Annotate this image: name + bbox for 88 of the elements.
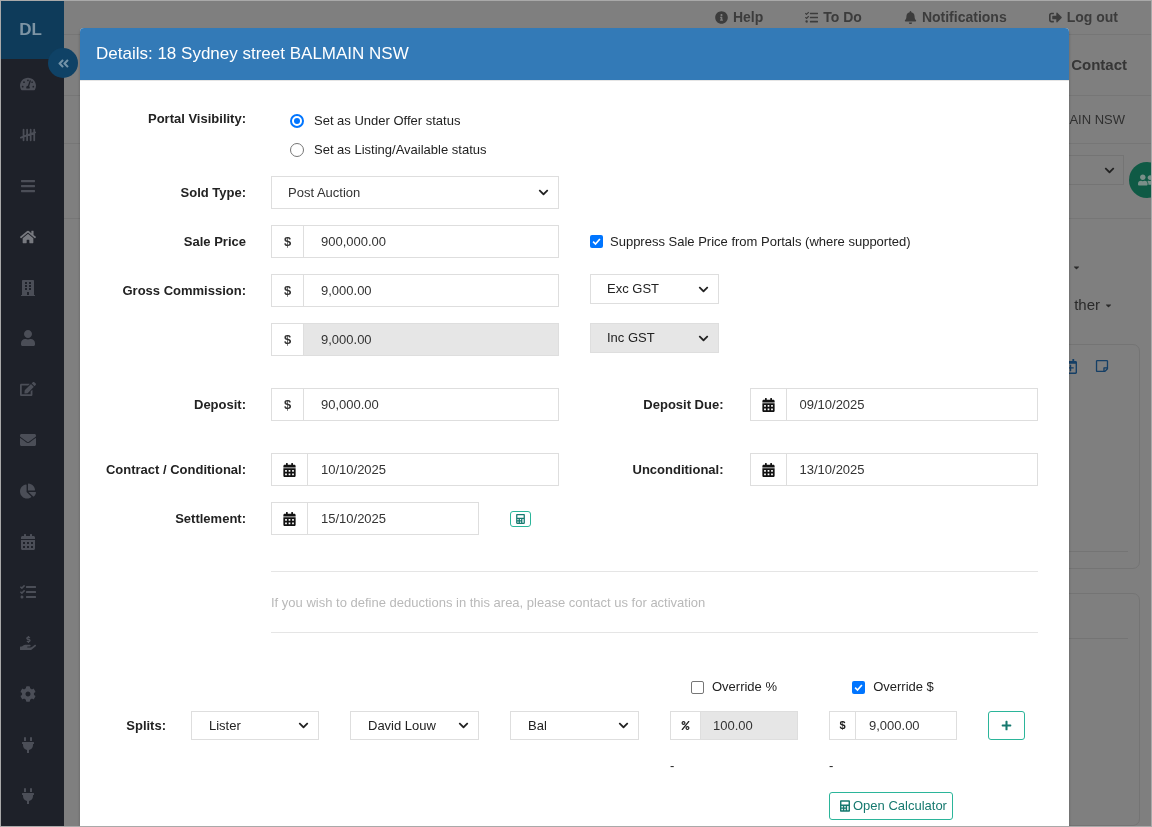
- currency-prefix: $: [829, 711, 856, 740]
- tally-icon[interactable]: [20, 127, 36, 144]
- money-hand-icon[interactable]: [20, 635, 36, 652]
- logo-text: DL: [19, 19, 43, 42]
- field-label: Settlement:: [175, 509, 246, 528]
- note-icon[interactable]: [1095, 358, 1109, 373]
- plus-icon: [1001, 720, 1012, 731]
- checklist-icon[interactable]: [20, 584, 36, 601]
- open-calculator-button[interactable]: Open Calculator: [829, 792, 953, 820]
- currency-prefix: $: [271, 388, 304, 421]
- caret-icon: [1072, 263, 1081, 272]
- calculator-icon: [840, 800, 850, 812]
- calendar-icon: [761, 462, 775, 477]
- field-label: Portal Visibility:: [148, 110, 246, 128]
- checkbox-label[interactable]: Override $: [873, 677, 934, 697]
- radio-label[interactable]: Set as Under Offer status: [314, 111, 461, 131]
- address-text: AIN NSW: [1069, 110, 1125, 129]
- sold-type-select[interactable]: Post Auction: [271, 176, 559, 209]
- field-label: Gross Commission:: [122, 281, 246, 300]
- field-label: Deposit Due:: [643, 395, 724, 414]
- agent-select[interactable]: David Louw: [350, 711, 479, 740]
- radio-button[interactable]: [290, 143, 304, 157]
- role-select[interactable]: Lister: [191, 711, 319, 740]
- menu-button[interactable]: ther: [1074, 294, 1113, 317]
- type-select[interactable]: Bal: [510, 711, 639, 740]
- calculator-icon: [516, 513, 525, 524]
- menu-icon[interactable]: [20, 178, 36, 194]
- field-label: Contract / Conditional:: [105, 460, 246, 479]
- chevron-down-icon: [458, 720, 469, 731]
- date-input[interactable]: 09/10/2025: [786, 388, 1038, 421]
- calculator-button[interactable]: [510, 510, 531, 527]
- checkbox-label[interactable]: Suppress Sale Price from Portals (where supported): [610, 231, 911, 252]
- date-input[interactable]: 13/10/2025: [786, 453, 1038, 486]
- plug-icon[interactable]: [20, 787, 36, 804]
- info-icon: [714, 11, 728, 24]
- radio-button[interactable]: [290, 114, 304, 128]
- calendar-button[interactable]: [749, 453, 787, 486]
- date-input[interactable]: 15/10/2025: [308, 502, 479, 535]
- radio-label[interactable]: Set as Listing/Available status: [314, 140, 487, 160]
- pie-chart-icon[interactable]: [20, 482, 36, 499]
- field-label: Sold Type:: [180, 183, 246, 202]
- plug-icon[interactable]: [20, 736, 36, 753]
- checkbox[interactable]: [852, 680, 866, 694]
- envelope-icon[interactable]: [20, 431, 36, 448]
- chevron-down-icon: [538, 187, 549, 198]
- modal-title: Details: 18 Sydney street BALMAIN NSW: [96, 43, 409, 66]
- field-label: Splits:: [126, 716, 166, 735]
- double-chevron-left-icon: [56, 56, 70, 70]
- field-label: Deposit:: [194, 395, 246, 414]
- calendar-icon: [761, 397, 775, 412]
- chevron-down-icon: [618, 720, 629, 731]
- building-icon[interactable]: [20, 279, 36, 296]
- collapse-button[interactable]: [48, 48, 78, 78]
- currency-prefix: $: [271, 274, 304, 307]
- field-label: Unconditional:: [632, 460, 724, 479]
- percent-icon: [681, 721, 690, 730]
- percent-note: -: [670, 758, 675, 774]
- checkbox[interactable]: [691, 680, 704, 694]
- people-icon: [1138, 173, 1151, 187]
- settings-icon[interactable]: [20, 685, 36, 702]
- deductions-note: If you wish to define deductions in this area, please contact us for activation: [271, 595, 707, 611]
- currency-prefix: $: [271, 323, 304, 356]
- amount-input[interactable]: 9,000.00: [856, 711, 957, 740]
- currency-prefix: $: [271, 225, 304, 258]
- calendar-button[interactable]: [271, 502, 308, 535]
- user-icon[interactable]: [20, 330, 36, 347]
- deposit-input[interactable]: 90,000.00: [304, 388, 559, 421]
- logout-icon: [1048, 11, 1062, 24]
- calendar-icon: [283, 511, 296, 526]
- calendar-icon[interactable]: [20, 533, 36, 550]
- amount-note: -: [829, 758, 834, 774]
- checklist-icon: [805, 11, 819, 24]
- gst-select[interactable]: Exc GST: [590, 274, 719, 304]
- checkbox-label[interactable]: Override %: [712, 677, 777, 697]
- calendar-button[interactable]: [749, 388, 787, 421]
- add-split-button[interactable]: [988, 711, 1025, 740]
- checkbox[interactable]: [590, 235, 603, 248]
- field-label: Sale Price: [183, 232, 246, 251]
- home-icon[interactable]: [20, 228, 36, 245]
- calendar-icon: [283, 462, 296, 477]
- calendar-button[interactable]: [271, 453, 308, 486]
- chevron-down-icon: [298, 720, 309, 731]
- edit-icon[interactable]: [20, 381, 36, 398]
- bell-icon: [903, 11, 917, 24]
- sale-price-input[interactable]: 900,000.00: [304, 225, 559, 258]
- gauge-icon[interactable]: [20, 76, 36, 93]
- date-input[interactable]: 10/10/2025: [308, 453, 559, 486]
- commission-input[interactable]: 9,000.00: [304, 274, 559, 307]
